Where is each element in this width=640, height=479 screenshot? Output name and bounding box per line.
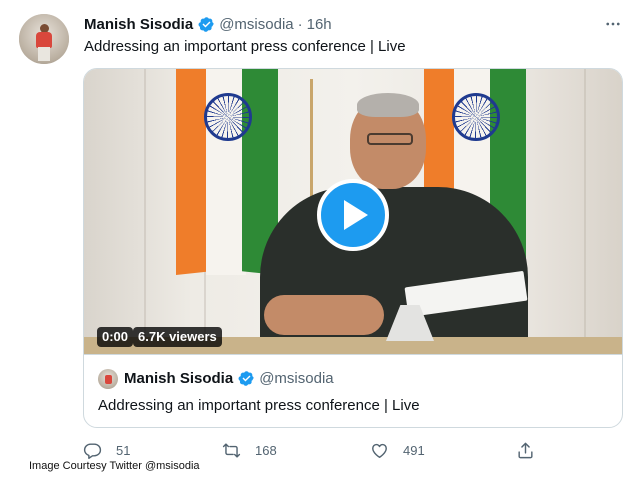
tweet-timestamp[interactable]: 16h [307, 16, 332, 33]
image-credit-caption: Image Courtesy Twitter @msisodia [29, 460, 203, 472]
verified-badge-icon [198, 16, 215, 33]
broadcast-card-footer[interactable]: Manish Sisodia @msisodia Addressing an i… [84, 354, 622, 427]
wall-panel-line [144, 69, 146, 354]
like-button[interactable]: 491 [370, 438, 425, 462]
ashoka-chakra-icon [452, 93, 500, 141]
separator-dot: · [297, 15, 303, 33]
retweet-icon [222, 442, 241, 458]
wall-panel-line [584, 69, 586, 354]
author-handle[interactable]: @msisodia [219, 16, 293, 33]
speaker-glasses [367, 133, 413, 145]
avatar-figure-legs [38, 47, 50, 61]
author-name[interactable]: Manish Sisodia [84, 16, 193, 33]
indian-flag-left [176, 69, 278, 275]
heart-icon [372, 443, 387, 458]
more-horizontal-icon[interactable] [602, 14, 624, 34]
like-count: 491 [403, 442, 425, 458]
tweet-header: Manish Sisodia @msisodia · 16h [84, 14, 332, 34]
card-title: Addressing an important press conference… [98, 397, 420, 414]
verified-badge-icon [238, 370, 255, 387]
play-button[interactable] [317, 179, 389, 251]
card-author-handle: @msisodia [259, 370, 334, 387]
ashoka-chakra-icon [204, 93, 252, 141]
card-author-name: Manish Sisodia [124, 370, 234, 387]
play-icon [344, 200, 368, 230]
avatar-figure-body [36, 32, 52, 48]
speaker-hair [357, 93, 419, 117]
retweet-button[interactable]: 168 [222, 438, 277, 462]
card-author-row: Manish Sisodia @msisodia [124, 370, 334, 387]
reply-icon [83, 442, 102, 459]
tweet-text: Addressing an important press conference… [84, 38, 406, 55]
broadcast-card[interactable]: 0:00 6.7K viewers Manish Sisodia @msisod… [83, 68, 623, 428]
reply-count: 51 [116, 442, 131, 458]
video-player[interactable]: 0:00 6.7K viewers [84, 69, 622, 354]
tweet-actions: 51 168 491 [83, 438, 543, 462]
card-author-avatar [98, 369, 118, 389]
retweet-count: 168 [255, 442, 277, 458]
speaker-arm [264, 295, 384, 335]
flag-saffron-band [176, 69, 210, 275]
video-elapsed-badge: 0:00 [97, 327, 134, 347]
reply-button[interactable]: 51 [83, 438, 130, 462]
viewer-count-badge: 6.7K viewers [133, 327, 222, 347]
share-icon [518, 442, 533, 458]
author-avatar[interactable] [19, 14, 69, 64]
share-button[interactable] [516, 438, 535, 462]
